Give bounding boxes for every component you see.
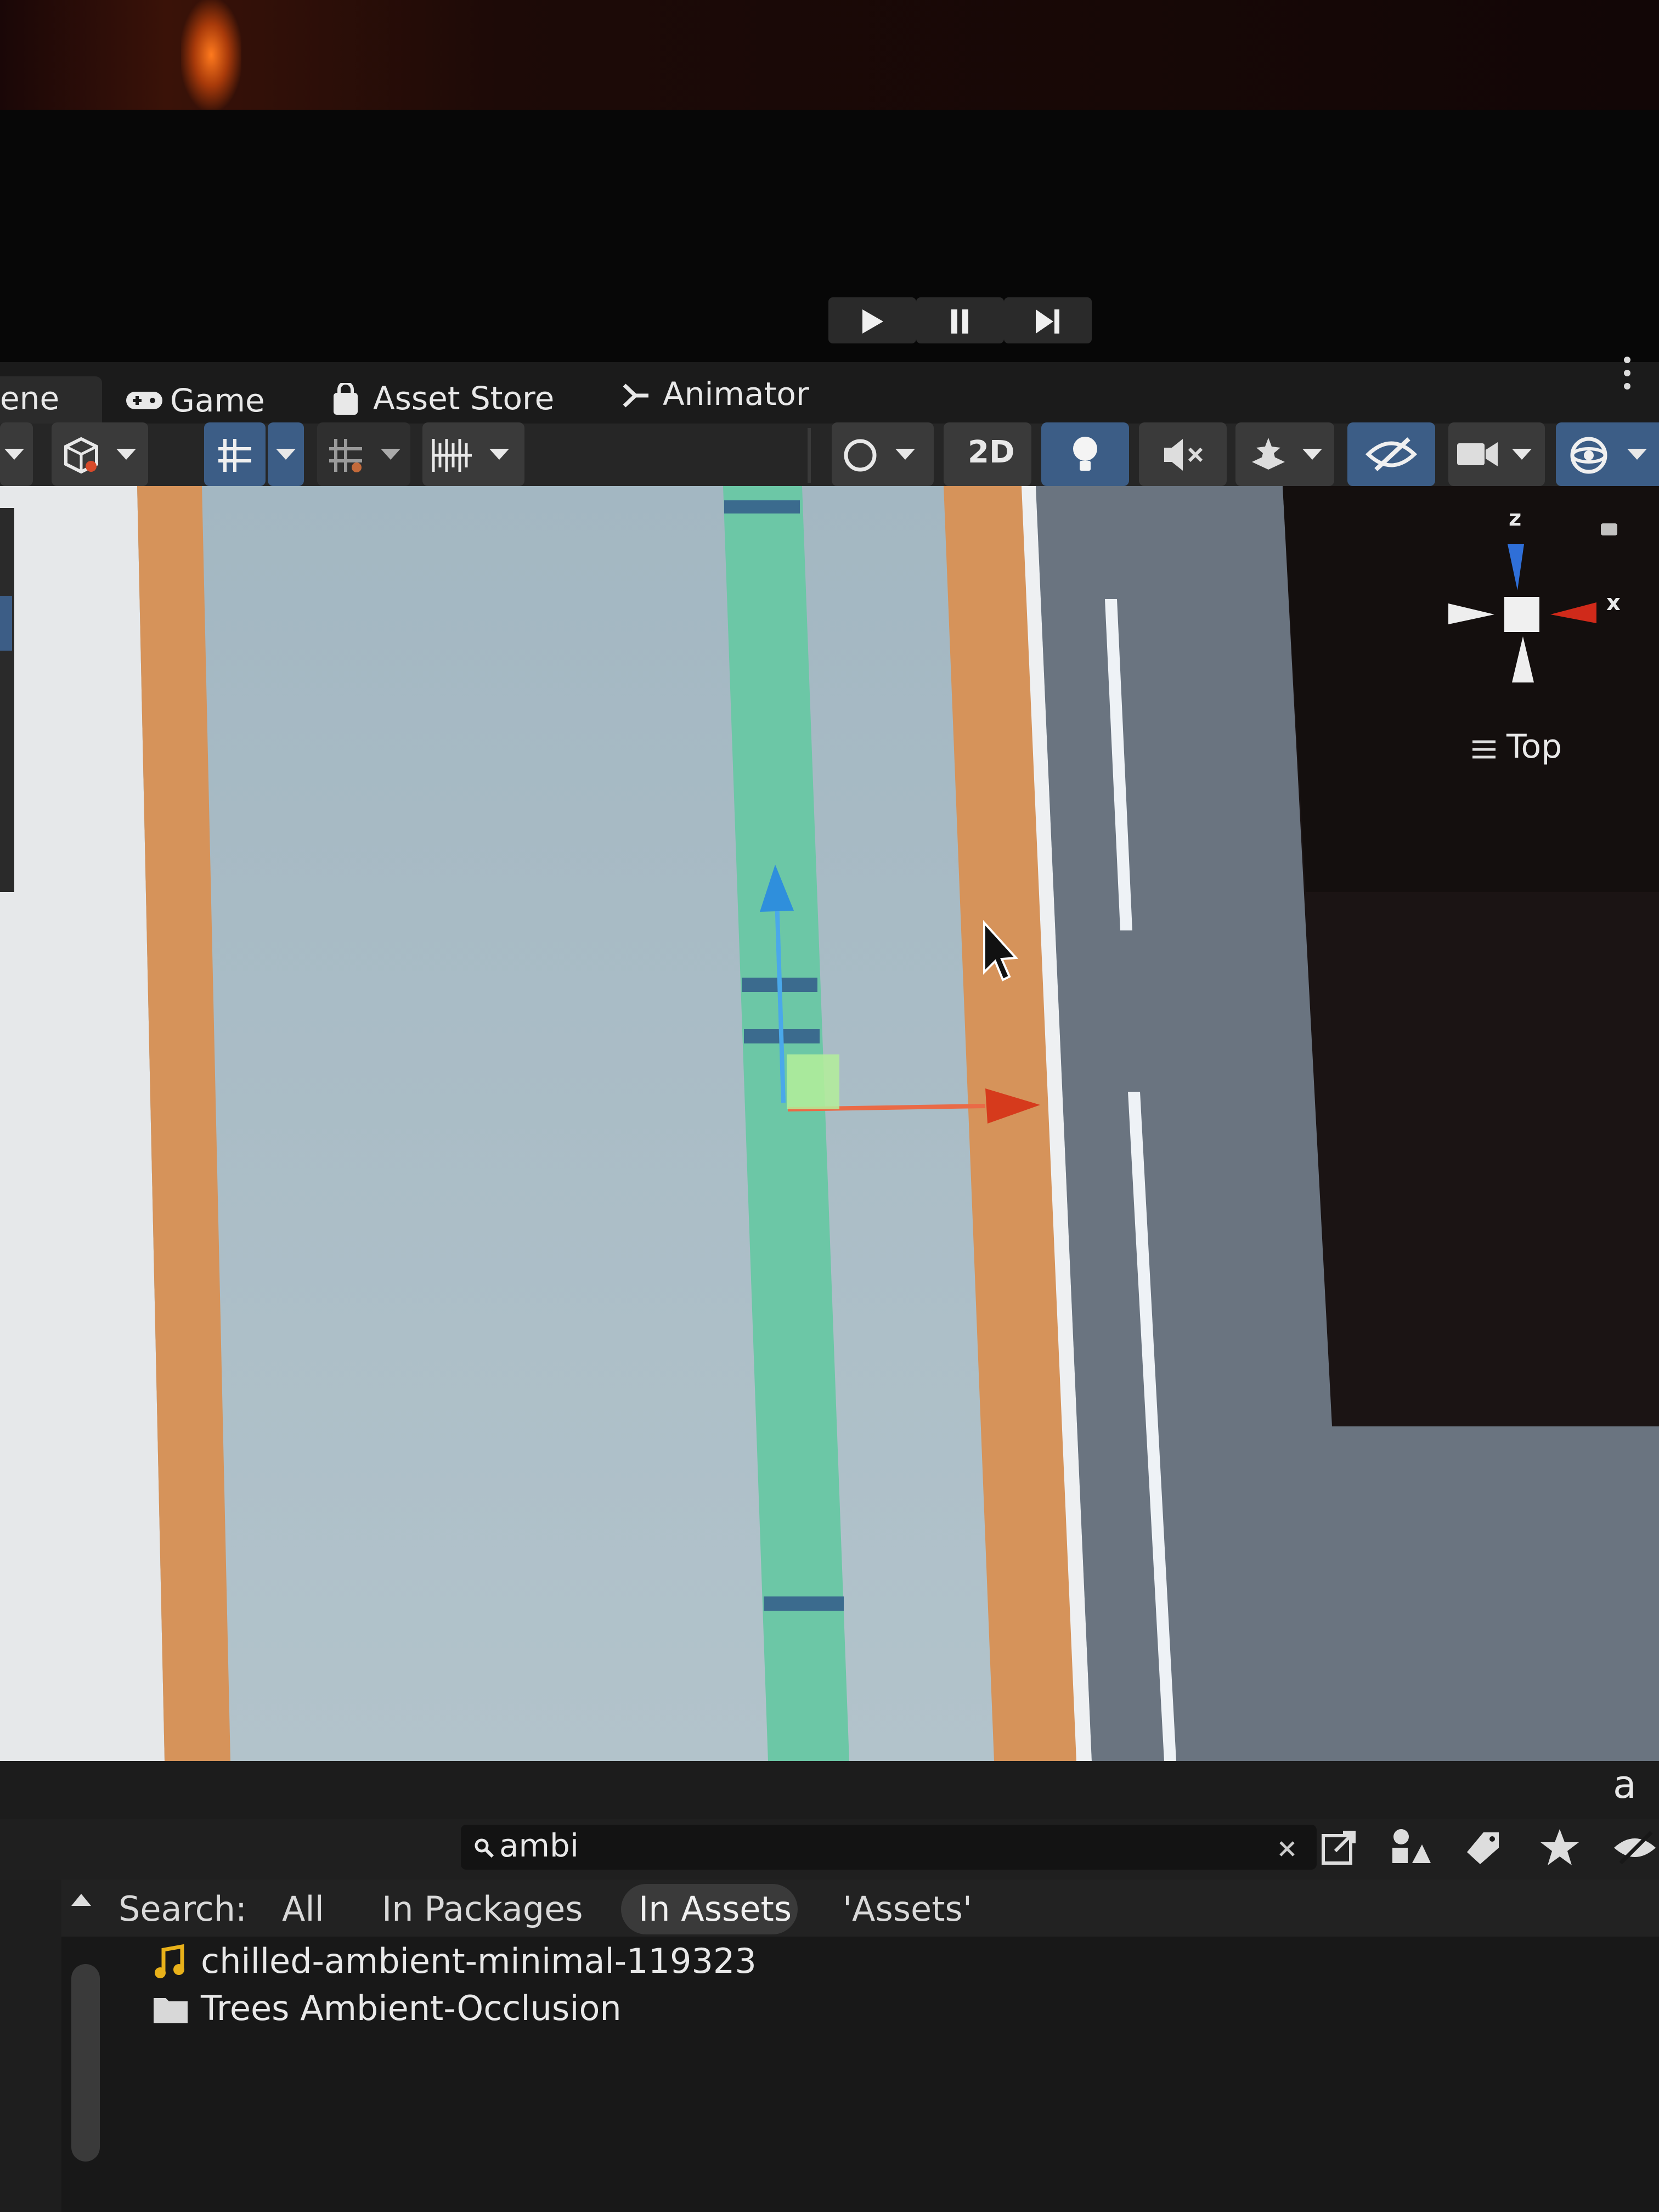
draw-mode-button[interactable] — [52, 422, 148, 486]
list-item-label: chilled-ambient-minimal-119323 — [201, 1941, 757, 1981]
tab-game-label: Game — [170, 382, 265, 419]
audio-clip-icon — [155, 1944, 184, 1978]
path-stripe — [764, 1596, 844, 1611]
toggle-2d-button[interactable]: 2D — [944, 422, 1031, 486]
menu-icon — [1472, 740, 1496, 759]
camera-icon — [1457, 442, 1498, 466]
grid-snap-toggle[interactable] — [204, 422, 266, 486]
filter-by-type-icon[interactable] — [1388, 1825, 1432, 1869]
hidden-objects-toggle[interactable] — [1347, 422, 1435, 486]
search-scope-label: Search: — [119, 1889, 247, 1929]
gamepad-icon — [126, 392, 162, 409]
list-item-label: Trees Ambient-Occlusion — [201, 1988, 622, 2028]
effects-icon — [1252, 438, 1285, 470]
tab-game[interactable]: Game — [121, 376, 274, 424]
tab-asset-store-label: Asset Store — [373, 380, 555, 417]
grass-area — [137, 486, 1004, 1761]
background-glow — [0, 0, 1659, 110]
scope-all[interactable]: All — [282, 1884, 324, 1934]
animator-icon — [623, 383, 648, 408]
step-icon — [1036, 309, 1059, 334]
camera-button[interactable] — [1448, 422, 1545, 486]
lighting-icon — [1073, 437, 1097, 471]
hidden-packages-icon[interactable] — [1611, 1827, 1659, 1867]
toggle-2d-label: 2D — [968, 435, 1015, 470]
grid-icon — [329, 439, 362, 472]
lighting-toggle[interactable] — [1041, 422, 1129, 486]
gizmo-neg-x-cone — [1448, 603, 1494, 624]
draw-mode-icon — [64, 437, 98, 474]
hidden-objects-icon — [1365, 437, 1418, 471]
shading-mode-icon — [844, 439, 877, 472]
favorite-icon[interactable] — [1539, 1827, 1580, 1867]
gizmos-button[interactable] — [1556, 422, 1659, 486]
gizmo-x-cone — [1550, 602, 1596, 623]
toolbar-dropdown-left[interactable] — [0, 422, 33, 486]
shopping-bag-icon — [334, 383, 358, 415]
tab-animator[interactable]: Animator — [619, 373, 822, 420]
list-item[interactable]: chilled-ambient-minimal-119323 — [148, 1939, 916, 1985]
grid-snap-dropdown[interactable] — [268, 422, 304, 486]
scrollbar-thumb[interactable] — [71, 1964, 100, 2162]
gizmos-icon — [1570, 437, 1607, 474]
gizmo-plane-handle — [787, 1054, 839, 1109]
tab-asset-store[interactable]: Asset Store — [328, 376, 558, 424]
clear-search-icon[interactable] — [1277, 1839, 1297, 1859]
lock-label[interactable]: a — [1613, 1762, 1637, 1807]
left-folder-tree — [0, 1880, 61, 2212]
left-panel-edge — [0, 508, 14, 892]
list-item[interactable]: Trees Ambient-Occlusion — [148, 1986, 916, 2032]
create-icon[interactable] — [1319, 1827, 1359, 1867]
search-input[interactable]: ambi — [461, 1825, 1317, 1870]
step-button[interactable] — [1004, 297, 1092, 343]
pause-button[interactable] — [916, 297, 1004, 343]
search-scope-bar — [0, 1880, 1659, 1937]
path-stripe — [724, 500, 800, 514]
scope-assets-folder[interactable]: 'Assets' — [843, 1884, 972, 1934]
panel-separator — [0, 1761, 1659, 1819]
increment-snap-button[interactable] — [422, 422, 524, 486]
white-strip — [0, 486, 165, 1761]
gizmo-center-cube — [1504, 597, 1539, 632]
audio-icon — [1164, 439, 1203, 471]
play-icon — [862, 309, 883, 334]
scroll-up-arrow[interactable] — [71, 1894, 91, 1906]
gizmo-z-cone — [1508, 544, 1524, 590]
scope-in-packages[interactable]: In Packages — [382, 1884, 583, 1934]
more-options-icon[interactable] — [1622, 354, 1633, 393]
audio-toggle[interactable] — [1139, 422, 1227, 486]
increment-snap-icon — [432, 439, 472, 472]
scene-view[interactable]: z x Top — [0, 486, 1659, 1761]
search-input-value: ambi — [499, 1827, 579, 1864]
tab-scene[interactable]: ene — [0, 376, 102, 424]
filter-by-label-icon[interactable] — [1463, 1828, 1503, 1866]
search-icon — [475, 1838, 494, 1858]
grid-snap-icon — [218, 439, 251, 472]
gizmo-neg-z-cone — [1512, 636, 1534, 682]
scope-in-assets[interactable]: In Assets — [639, 1884, 792, 1934]
view-label-text: Top — [1506, 727, 1562, 766]
effects-button[interactable] — [1235, 422, 1334, 486]
folder-icon — [154, 1998, 188, 2023]
pause-icon — [951, 309, 968, 334]
orange-light — [181, 0, 241, 110]
toolbar-divider — [808, 428, 811, 483]
shading-mode-button[interactable] — [832, 422, 934, 486]
play-button[interactable] — [828, 297, 916, 343]
tab-animator-label: Animator — [663, 375, 809, 413]
grid-visibility-button[interactable] — [317, 422, 410, 486]
orientation-gizmo[interactable]: z x Top — [1437, 486, 1635, 788]
tab-scene-label: ene — [0, 380, 60, 417]
